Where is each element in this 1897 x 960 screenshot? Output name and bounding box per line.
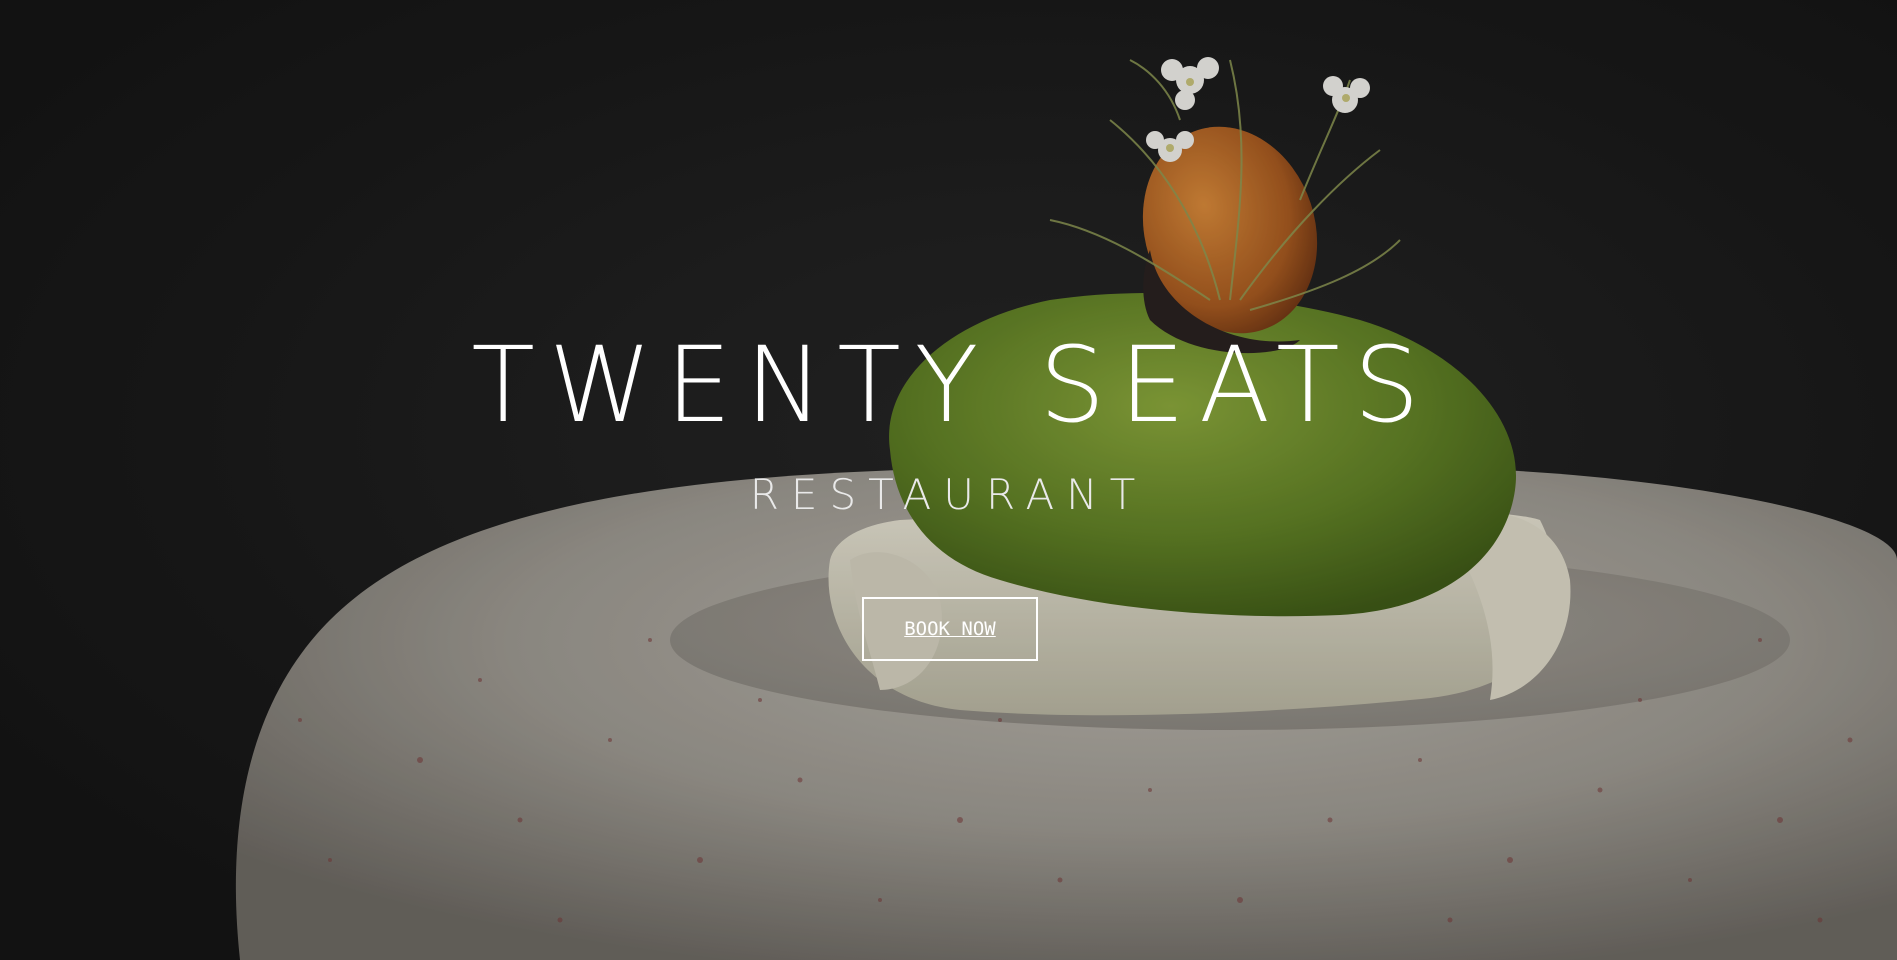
restaurant-subtitle: RESTAURANT — [749, 470, 1148, 519]
book-now-button[interactable]: BOOK NOW — [862, 597, 1038, 661]
hero-content: TWENTY SEATS RESTAURANT BOOK NOW — [0, 0, 1897, 960]
restaurant-title: TWENTY SEATS — [471, 324, 1434, 446]
hero-section: TWENTY SEATS RESTAURANT BOOK NOW — [0, 0, 1897, 960]
book-now-label: BOOK NOW — [904, 618, 996, 640]
